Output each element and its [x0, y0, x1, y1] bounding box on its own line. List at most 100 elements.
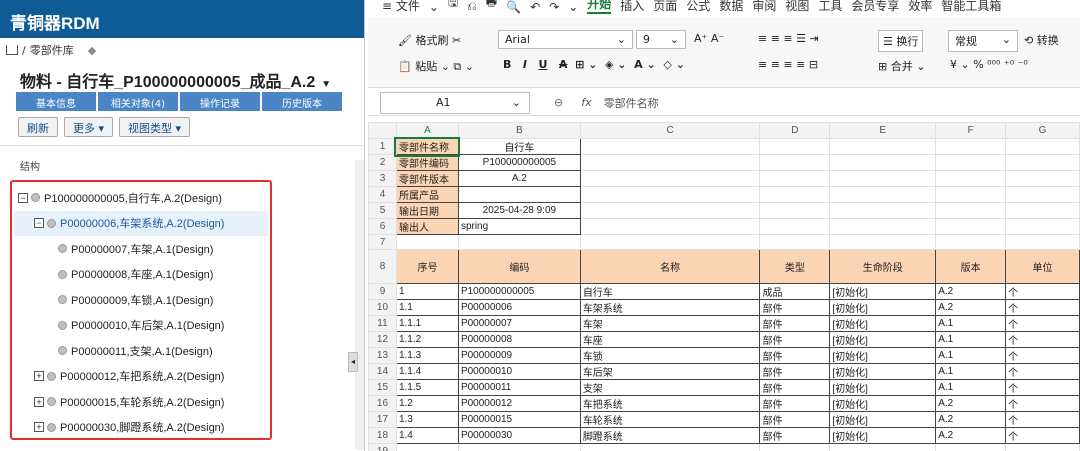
- empty-cell[interactable]: [759, 170, 831, 187]
- bom-cell[interactable]: 1.4: [395, 427, 459, 444]
- row-header[interactable]: 4: [368, 186, 397, 203]
- empty-cell[interactable]: [579, 443, 761, 451]
- empty-cell[interactable]: [935, 202, 1007, 219]
- bom-cell[interactable]: A.1: [935, 363, 1007, 380]
- bom-cell[interactable]: 1.3: [395, 411, 459, 428]
- bom-cell[interactable]: [初始化]: [829, 379, 937, 396]
- underline-button[interactable]: U: [538, 58, 547, 71]
- menu-item[interactable]: 🖫: [448, 0, 458, 14]
- tree-node[interactable]: P00000009,车锁,A.1(Design): [58, 287, 213, 312]
- info-value-cell[interactable]: 2025-04-28 9:09: [457, 202, 581, 219]
- empty-cell[interactable]: [829, 138, 937, 155]
- title-dropdown-icon[interactable]: ▼: [321, 79, 331, 90]
- bom-cell[interactable]: P00000011: [457, 379, 581, 396]
- bom-cell[interactable]: 车座: [579, 331, 761, 348]
- bom-cell[interactable]: 部件: [759, 331, 831, 348]
- bom-cell[interactable]: 支架: [579, 379, 761, 396]
- bom-header-cell[interactable]: 序号: [395, 249, 459, 284]
- info-label-cell[interactable]: 输出日期: [395, 202, 459, 219]
- menu-item[interactable]: 会员专享: [851, 0, 899, 14]
- menu-item[interactable]: ↶: [530, 0, 540, 14]
- bom-cell[interactable]: 部件: [759, 411, 831, 428]
- bom-cell[interactable]: A.1: [935, 315, 1007, 332]
- info-value-cell[interactable]: A.2: [457, 170, 581, 187]
- row-header[interactable]: 14: [368, 363, 397, 380]
- column-header[interactable]: F: [935, 122, 1007, 139]
- menu-item[interactable]: 数据: [719, 0, 743, 14]
- empty-cell[interactable]: [935, 234, 1007, 250]
- bom-cell[interactable]: 部件: [759, 299, 831, 316]
- tree-node[interactable]: − P00000006,车架系统,A.2(Design): [14, 210, 268, 236]
- pin-icon[interactable]: ◆: [88, 44, 96, 57]
- column-header[interactable]: E: [829, 122, 937, 139]
- empty-cell[interactable]: [1005, 202, 1080, 219]
- font-size-select[interactable]: 9 ⌄: [636, 30, 686, 49]
- align-buttons-bottom[interactable]: ≡ ≡ ≡ ≡ ⊟: [758, 58, 818, 71]
- empty-cell[interactable]: [829, 170, 937, 187]
- empty-cell[interactable]: [579, 234, 761, 250]
- bom-cell[interactable]: 车把系统: [579, 395, 761, 412]
- menu-item[interactable]: ⌄: [429, 0, 439, 14]
- italic-button[interactable]: I: [523, 58, 527, 71]
- bom-cell[interactable]: A.1: [935, 347, 1007, 364]
- info-value-cell[interactable]: [457, 186, 581, 203]
- tree-node[interactable]: P00000010,车后架,A.1(Design): [58, 313, 224, 338]
- bom-cell[interactable]: 车架: [579, 315, 761, 332]
- column-header[interactable]: B: [457, 122, 581, 139]
- number-format-select[interactable]: 常规 ⌄: [948, 30, 1018, 52]
- bom-cell[interactable]: [初始化]: [829, 347, 937, 364]
- column-header[interactable]: D: [759, 122, 831, 139]
- empty-cell[interactable]: [935, 443, 1007, 451]
- corner-cell[interactable]: [368, 122, 397, 139]
- bom-cell[interactable]: P00000012: [457, 395, 581, 412]
- tab-operation-log[interactable]: 操作记录: [180, 92, 260, 111]
- bom-cell[interactable]: 成品: [759, 283, 831, 300]
- bom-cell[interactable]: [初始化]: [829, 283, 937, 300]
- empty-cell[interactable]: [759, 186, 831, 203]
- bom-cell[interactable]: [初始化]: [829, 315, 937, 332]
- menu-item[interactable]: 效率: [908, 0, 932, 14]
- bom-cell[interactable]: P00000007: [457, 315, 581, 332]
- view-type-button[interactable]: 视图类型 ▾: [119, 117, 191, 137]
- empty-cell[interactable]: [457, 234, 581, 250]
- row-header[interactable]: 19: [368, 443, 397, 451]
- bom-header-cell[interactable]: 名称: [579, 249, 761, 284]
- row-header[interactable]: 5: [368, 202, 397, 219]
- bom-cell[interactable]: A.1: [935, 379, 1007, 396]
- bom-cell[interactable]: [初始化]: [829, 395, 937, 412]
- empty-cell[interactable]: [829, 234, 937, 250]
- bom-cell[interactable]: 自行车: [579, 283, 761, 300]
- bom-cell[interactable]: [初始化]: [829, 427, 937, 444]
- tree-node[interactable]: P00000007,车架,A.1(Design): [58, 236, 213, 261]
- bom-cell[interactable]: A.1: [935, 331, 1007, 348]
- row-header[interactable]: 7: [368, 234, 397, 250]
- bom-cell[interactable]: A.2: [935, 427, 1007, 444]
- info-value-cell[interactable]: 自行车: [457, 138, 581, 155]
- info-label-cell[interactable]: 零部件名称: [394, 136, 461, 157]
- bom-cell[interactable]: P00000008: [457, 331, 581, 348]
- bom-cell[interactable]: 车架系统: [579, 299, 761, 316]
- row-header[interactable]: 17: [368, 411, 397, 428]
- bom-cell[interactable]: 个: [1005, 283, 1080, 300]
- info-label-cell[interactable]: 输出人: [395, 218, 459, 235]
- row-header[interactable]: 3: [368, 170, 397, 187]
- empty-cell[interactable]: [1005, 170, 1080, 187]
- empty-cell[interactable]: [935, 154, 1007, 171]
- bom-cell[interactable]: 个: [1005, 411, 1080, 428]
- bom-cell[interactable]: 1.2: [395, 395, 459, 412]
- bom-cell[interactable]: [初始化]: [829, 331, 937, 348]
- bom-cell[interactable]: 个: [1005, 427, 1080, 444]
- percent-icon[interactable]: %: [973, 58, 983, 71]
- info-label-cell[interactable]: 零部件版本: [395, 170, 459, 187]
- empty-cell[interactable]: [1005, 234, 1080, 250]
- empty-cell[interactable]: [395, 234, 459, 250]
- bom-cell[interactable]: 1.1.5: [395, 379, 459, 396]
- expand-icon[interactable]: +: [34, 371, 44, 381]
- tree-node[interactable]: + P00000012,车把系统,A.2(Design): [34, 364, 224, 389]
- column-header[interactable]: G: [1005, 122, 1080, 139]
- collapse-icon[interactable]: −: [18, 192, 28, 203]
- collapse-icon[interactable]: −: [34, 218, 44, 228]
- bom-cell[interactable]: P00000015: [457, 411, 581, 428]
- empty-cell[interactable]: [829, 202, 937, 219]
- bom-cell[interactable]: 部件: [759, 363, 831, 380]
